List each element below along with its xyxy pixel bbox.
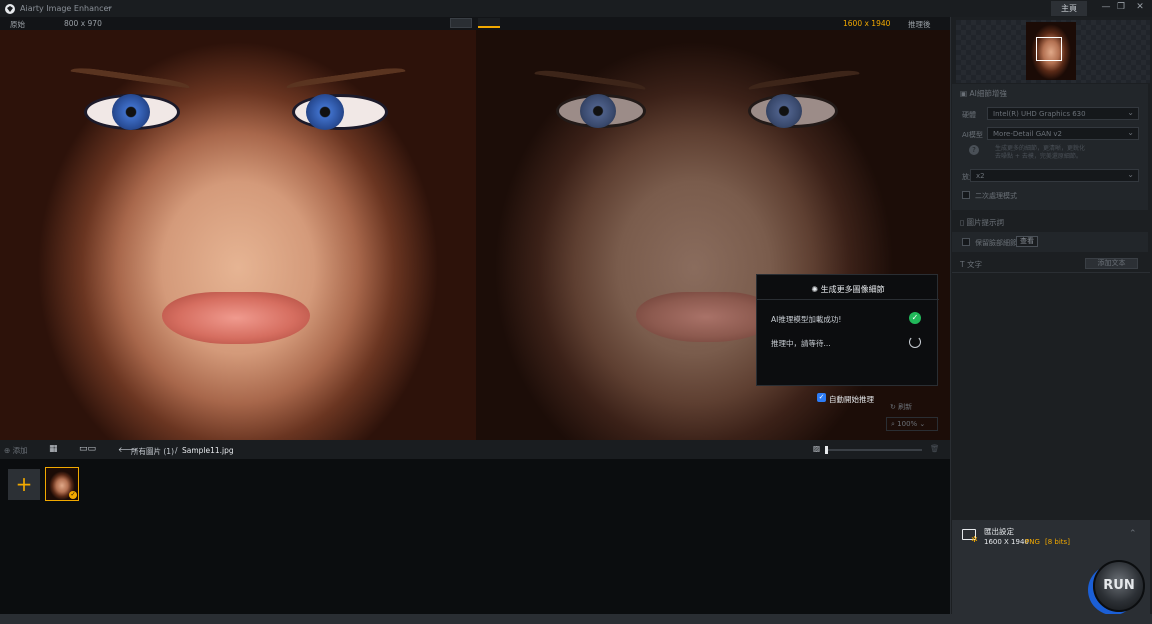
original-image[interactable] [0, 30, 476, 440]
title-bar [0, 0, 1152, 17]
left-iris [580, 94, 616, 128]
chevron-down-icon: ⌄ [1127, 108, 1134, 117]
output-bits: [8 bits] [1045, 538, 1070, 546]
close-icon[interactable]: ✕ [1129, 2, 1151, 15]
split-view-toggle[interactable] [478, 18, 500, 28]
thumbnail-size-slider[interactable] [826, 449, 922, 451]
trash-icon[interactable]: 🗑 [930, 444, 940, 453]
right-eyebrow [747, 68, 861, 94]
device-label: 硬體 [962, 111, 976, 119]
help-icon[interactable]: ? [969, 145, 979, 155]
model-loaded-text: AI推理模型加載成功! [771, 315, 842, 324]
breadcrumb-separator: / [175, 446, 178, 455]
auto-start-checkbox[interactable]: ✓ [817, 393, 826, 402]
all-images-breadcrumb[interactable]: 所有圖片 (1) [131, 446, 174, 457]
chevron-down-icon: ⌄ [1127, 170, 1134, 179]
app-title: Aiarty Image Enhancer [20, 4, 112, 13]
run-button[interactable]: RUN [1093, 560, 1145, 612]
navigator-viewport[interactable] [1036, 37, 1062, 61]
loading-spinner-icon [909, 336, 921, 348]
thumbnail-sample11[interactable]: ✓ [45, 467, 79, 501]
thumbnail-area [0, 459, 950, 614]
settings-gear-icon: ✲ [971, 535, 978, 544]
view-button[interactable]: 查看 [1016, 236, 1038, 247]
app-menu-chevron-icon[interactable]: ⌄ [106, 2, 114, 12]
keep-face-label: 保留臉部細節 [975, 239, 1017, 247]
right-eyebrow [285, 65, 407, 93]
panel-divider [952, 272, 1150, 273]
lips [162, 292, 310, 344]
list-view-icon[interactable]: ▭▭ [79, 444, 96, 454]
auto-start-label: 自動開始推理 [829, 395, 874, 404]
image-size-icon: ▨ [813, 444, 821, 453]
slider-handle[interactable] [825, 446, 828, 454]
current-filename: Sample11.jpg [182, 446, 234, 455]
second-pass-label: 二次處理模式 [975, 192, 1017, 200]
collapse-chevron-icon[interactable]: ⌃ [1129, 529, 1137, 539]
zoom-select[interactable]: ⌕ 100% ⌄ [886, 417, 938, 431]
model-label: AI模型 [962, 131, 983, 139]
after-label: 推理後 [908, 20, 931, 29]
left-iris [112, 94, 150, 130]
dialog-divider [757, 299, 939, 300]
ai-section-header[interactable]: ▣ AI細節增強 [952, 84, 1148, 100]
right-iris [766, 94, 802, 128]
lips [636, 292, 776, 342]
refresh-icon: ↻ [890, 403, 899, 411]
original-label: 原始 [10, 20, 25, 29]
home-tab-button[interactable]: 主頁 [1051, 1, 1087, 16]
left-eyebrow [533, 68, 647, 94]
output-size: 1600 x 1940 [843, 19, 891, 28]
output-title: 匯出設定 [984, 527, 1014, 536]
plus-circle-icon: ⊕ [4, 446, 13, 455]
second-pass-checkbox[interactable] [962, 191, 970, 199]
grid-view-icon[interactable]: ▦ [49, 444, 58, 454]
app-logo-icon [5, 4, 15, 14]
aperture-icon: ✺ [811, 285, 821, 294]
right-iris [306, 94, 344, 130]
output-format: PNG [1025, 538, 1040, 546]
inferring-text: 推理中，請等待... [771, 339, 831, 348]
add-image-tile[interactable]: + [8, 469, 40, 500]
original-size: 800 x 970 [64, 19, 102, 28]
left-eyebrow [69, 65, 191, 93]
add-text-button[interactable]: 添加文本 [1085, 258, 1138, 269]
success-check-icon: ✓ [909, 312, 921, 324]
text-icon: T [960, 260, 967, 269]
progress-dialog: ✺ 生成更多圖像細節 AI推理模型加載成功! ✓ 推理中，請等待... [756, 274, 939, 386]
model-desc-2: 去噪點 + 去模，完美還原細節。 [995, 153, 1082, 160]
prompt-section-header[interactable]: ▯ 圖片提示詞 [952, 214, 1148, 230]
device-dropdown[interactable]: Intel(R) UHD Graphics 630 ⌄ [987, 107, 1139, 120]
refresh-button[interactable]: ↻ 刷新 [890, 402, 912, 412]
single-view-toggle[interactable] [450, 18, 472, 28]
view-bar [0, 17, 950, 30]
keep-face-checkbox[interactable] [962, 238, 970, 246]
status-bar [0, 614, 1152, 624]
model-dropdown[interactable]: More-Detail GAN v2 ⌄ [987, 127, 1139, 140]
dialog-title: ✺ 生成更多圖像細節 [811, 285, 885, 294]
done-check-icon: ✓ [69, 491, 77, 499]
add-image-button[interactable]: ⊕ 添加 [4, 445, 28, 456]
scale-dropdown[interactable]: x2 ⌄ [970, 169, 1139, 182]
chevron-down-icon: ⌄ [1127, 128, 1134, 137]
output-size-value: 1600 X 1940 [984, 538, 1029, 546]
